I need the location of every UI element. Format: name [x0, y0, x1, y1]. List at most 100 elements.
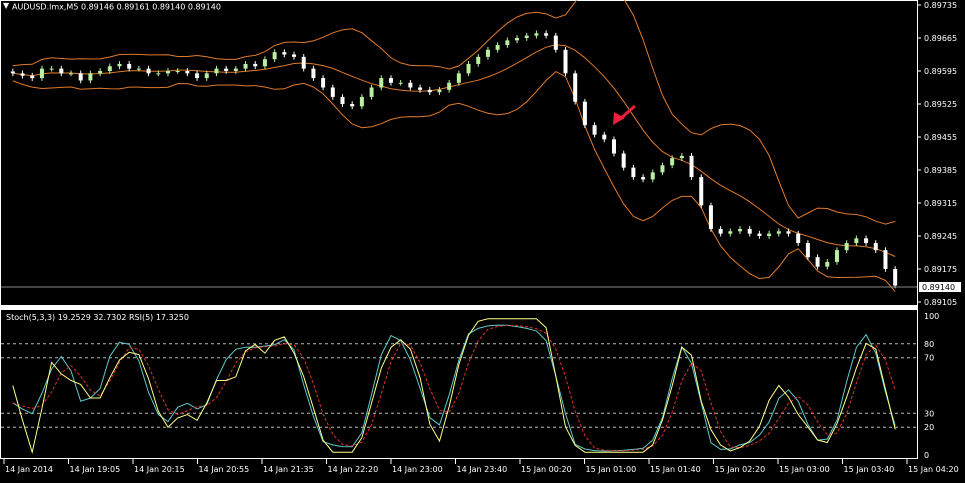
candle-body: [611, 139, 616, 154]
candle-body: [107, 66, 112, 71]
indicator-axis: 100 80 70 30 20 0: [924, 312, 939, 460]
candle-body: [330, 87, 335, 97]
candle-body: [563, 49, 568, 74]
price-tick-label: 0.89385: [924, 166, 957, 175]
candle-body: [670, 158, 675, 166]
candle-body: [233, 68, 238, 71]
bollinger-lower-band: [12, 70, 896, 292]
time-tick-label: 15 Jan 02:20: [715, 465, 766, 474]
candle-body: [282, 52, 287, 55]
candle-body: [88, 73, 93, 81]
chart-window[interactable]: ▼ AUDUSD.lmx,M5 0.89146 0.89161 0.89140 …: [0, 0, 965, 483]
time-tick-label: 15 Jan 01:00: [586, 465, 637, 474]
candle-body: [602, 134, 607, 140]
candle-body: [117, 63, 122, 67]
candle-body: [165, 71, 170, 74]
time-tick-label: 15 Jan 04:20: [908, 465, 959, 474]
candle-body: [708, 205, 713, 229]
red-arrow-annotation[interactable]: [613, 104, 636, 125]
candles-layer: [10, 30, 898, 289]
price-tick-label: 0.89105: [924, 298, 957, 307]
candle-body: [340, 96, 345, 104]
price-tick-label: 0.89455: [924, 133, 957, 142]
indicator-levels: [1, 343, 917, 428]
candle-body: [408, 82, 413, 88]
candle-body: [660, 165, 665, 173]
candle-body: [214, 68, 219, 74]
time-tick-label: 15 Jan 00:20: [521, 465, 572, 474]
candle-body: [447, 82, 452, 90]
candle-body: [195, 73, 200, 79]
candle-body: [292, 54, 297, 57]
indicator-label: Stoch(5,3,3) 19.2529 32.7302 RSI(5) 17.3…: [6, 313, 189, 322]
candle-body: [476, 56, 481, 64]
indicator-level-label: 30: [924, 409, 934, 418]
candle-body: [146, 68, 151, 74]
panel-separator[interactable]: [0, 306, 918, 309]
candle-body: [136, 68, 141, 70]
candle-body: [127, 63, 132, 69]
candle-body: [873, 243, 878, 251]
candle-body: [485, 49, 490, 57]
candle-body: [883, 250, 888, 269]
candle-body: [311, 68, 316, 79]
candle-body: [805, 243, 810, 258]
candle-body: [728, 231, 733, 234]
candle-body: [10, 71, 15, 74]
time-tick-label: 14 Jan 19:05: [70, 465, 121, 474]
time-tick-label: 15 Jan 03:40: [844, 465, 895, 474]
candle-body: [379, 78, 384, 88]
candle-body: [437, 89, 442, 93]
candle-body: [495, 45, 500, 50]
candle-body: [815, 257, 820, 267]
candle-body: [592, 125, 597, 135]
price-tick-label: 0.89315: [924, 199, 957, 208]
chart-canvas[interactable]: ▼ AUDUSD.lmx,M5 0.89146 0.89161 0.89140 …: [0, 0, 965, 483]
candle-body: [534, 33, 539, 36]
candle-body: [631, 167, 636, 178]
price-tick-label: 0.89665: [924, 34, 957, 43]
collapse-icon[interactable]: ▼: [3, 1, 10, 10]
indicator-lines: [12, 318, 896, 455]
bollinger-bands: [12, 0, 896, 292]
candle-body: [369, 87, 374, 97]
candle-body: [350, 104, 355, 107]
candle-body: [553, 35, 558, 50]
candle-body: [854, 238, 859, 244]
price-tick-label: 0.89525: [924, 100, 957, 109]
candle-body: [767, 233, 772, 236]
candle-body: [893, 269, 898, 286]
candle-body: [359, 96, 364, 107]
candle-body: [515, 38, 520, 41]
time-tick-label: 15 Jan 03:00: [779, 465, 830, 474]
indicator-level-label: 70: [924, 354, 934, 363]
candle-body: [272, 52, 277, 60]
indicator-level-label: 0: [924, 451, 929, 460]
candle-body: [796, 233, 801, 244]
candle-body: [39, 68, 44, 79]
candle-body: [20, 73, 25, 76]
candle-body: [98, 71, 103, 74]
time-tick-label: 14 Jan 2014: [5, 465, 53, 474]
time-tick-label: 14 Jan 23:00: [392, 465, 443, 474]
candle-body: [156, 73, 161, 75]
candle-body: [689, 155, 694, 178]
candle-body: [718, 228, 723, 234]
candle-body: [699, 177, 704, 206]
symbol-header: AUDUSD.lmx,M5 0.89146 0.89161 0.89140 0.…: [12, 3, 221, 12]
time-tick-label: 15 Jan 01:40: [650, 465, 701, 474]
time-axis: 14 Jan 2014 14 Jan 19:05 14 Jan 20:15 14 Ja…: [3, 459, 959, 474]
candle-body: [466, 63, 471, 74]
candle-body: [59, 68, 64, 74]
rsi-line: [12, 318, 896, 455]
price-tick-label: 0.89735: [924, 1, 957, 10]
candle-body: [243, 63, 248, 69]
candle-body: [776, 231, 781, 234]
current-price-label: 0.89140: [922, 283, 955, 292]
candle-body: [844, 243, 849, 251]
candle-body: [185, 71, 190, 74]
candle-body: [864, 238, 869, 244]
candle-body: [78, 73, 83, 81]
indicator-level-label: 20: [924, 423, 934, 432]
indicator-panel-frame: [0, 309, 918, 459]
